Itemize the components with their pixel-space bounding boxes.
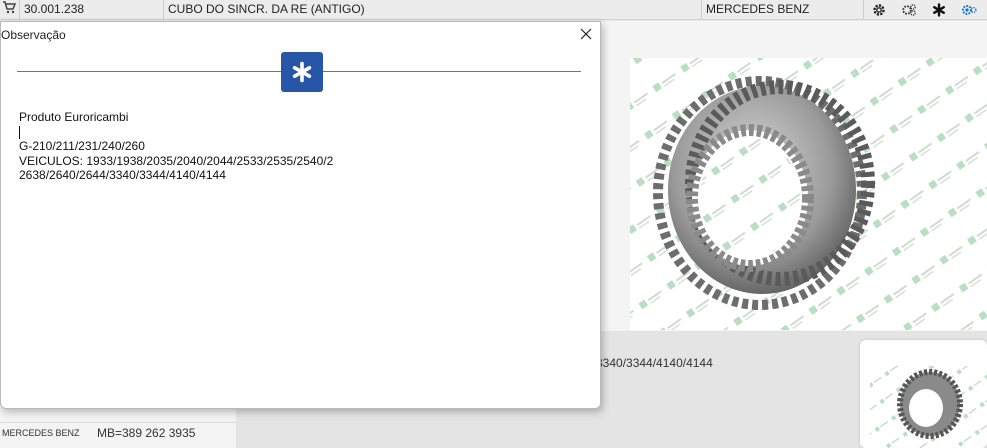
asterisk-badge <box>281 52 323 92</box>
dialog-title: Observação <box>1 28 66 42</box>
table-cell-brand: MERCEDES BENZ <box>2 428 80 438</box>
gear-icon[interactable] <box>864 0 894 20</box>
observation-dialog: Observação Produto Euroricambi G-210/211… <box>0 21 601 409</box>
observation-line: Produto Euroricambi <box>19 110 129 124</box>
close-button[interactable] <box>573 23 599 45</box>
panel-vehicles-text: 3340/3344/4140/4144 <box>596 356 713 370</box>
gears-icon[interactable] <box>954 0 984 20</box>
product-code: 30.001.238 <box>20 0 164 20</box>
observation-line: VEICULOS: 1933/1938/2035/2040/2044/2533/… <box>19 153 334 168</box>
cart-icon[interactable] <box>2 0 17 14</box>
close-icon[interactable] <box>580 28 592 40</box>
observation-text[interactable]: Produto Euroricambi G-210/211/231/240/26… <box>19 110 579 183</box>
table-row[interactable]: MERCEDES BENZ MB=389 262 3935 <box>0 422 236 444</box>
cart-cell[interactable] <box>0 0 20 20</box>
text-caret <box>19 125 579 140</box>
product-thumbnail[interactable] <box>860 340 987 448</box>
asterisk-icon[interactable] <box>924 0 954 20</box>
row-actions <box>864 0 987 20</box>
product-description: CUBO DO SINCR. DA RE (ANTIGO) <box>164 0 702 20</box>
observation-line: 2638/2640/2644/3340/3344/4140/4144 <box>19 168 226 182</box>
product-brand: MERCEDES BENZ <box>702 0 864 20</box>
asterisk-icon <box>292 61 312 83</box>
product-row[interactable]: 30.001.238 CUBO DO SINCR. DA RE (ANTIGO)… <box>0 0 987 20</box>
gear-settings-icon[interactable] <box>894 0 924 20</box>
observation-line: G-210/211/231/240/260 <box>19 139 145 153</box>
table-cell-code: MB=389 262 3935 <box>97 426 196 440</box>
product-image <box>630 58 987 330</box>
